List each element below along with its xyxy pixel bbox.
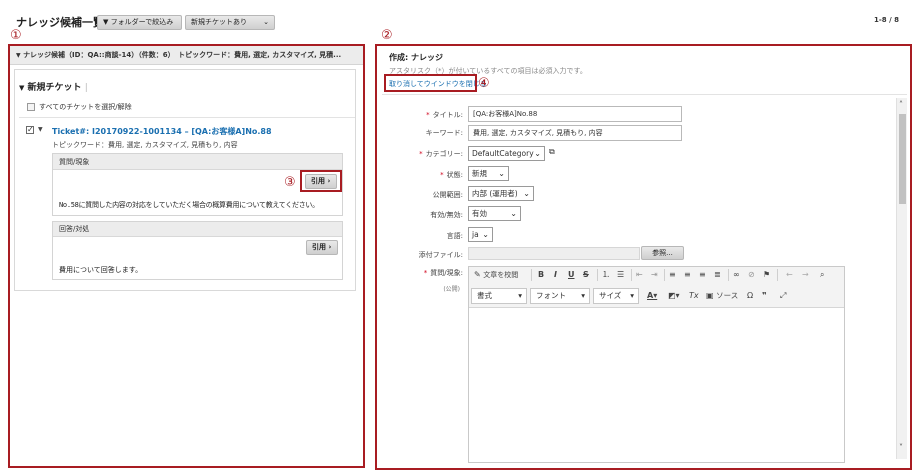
chevron-down-icon: ⌄ [263,18,269,26]
annotation-box-2 [375,44,912,470]
annotation-box-1 [8,44,365,468]
annotation-marker-1: ① [10,28,22,43]
new-ticket-filter-select[interactable]: 新規チケットあり ⌄ [185,15,275,30]
page-count: 1-8 / 8 [874,16,899,24]
page-title: ナレッジ候補一覧 [16,16,104,29]
annotation-marker-2: ② [381,28,393,43]
folder-filter-button[interactable]: ▼ フォルダーで絞込み [97,15,182,30]
filter-icon: ▼ [103,18,109,26]
